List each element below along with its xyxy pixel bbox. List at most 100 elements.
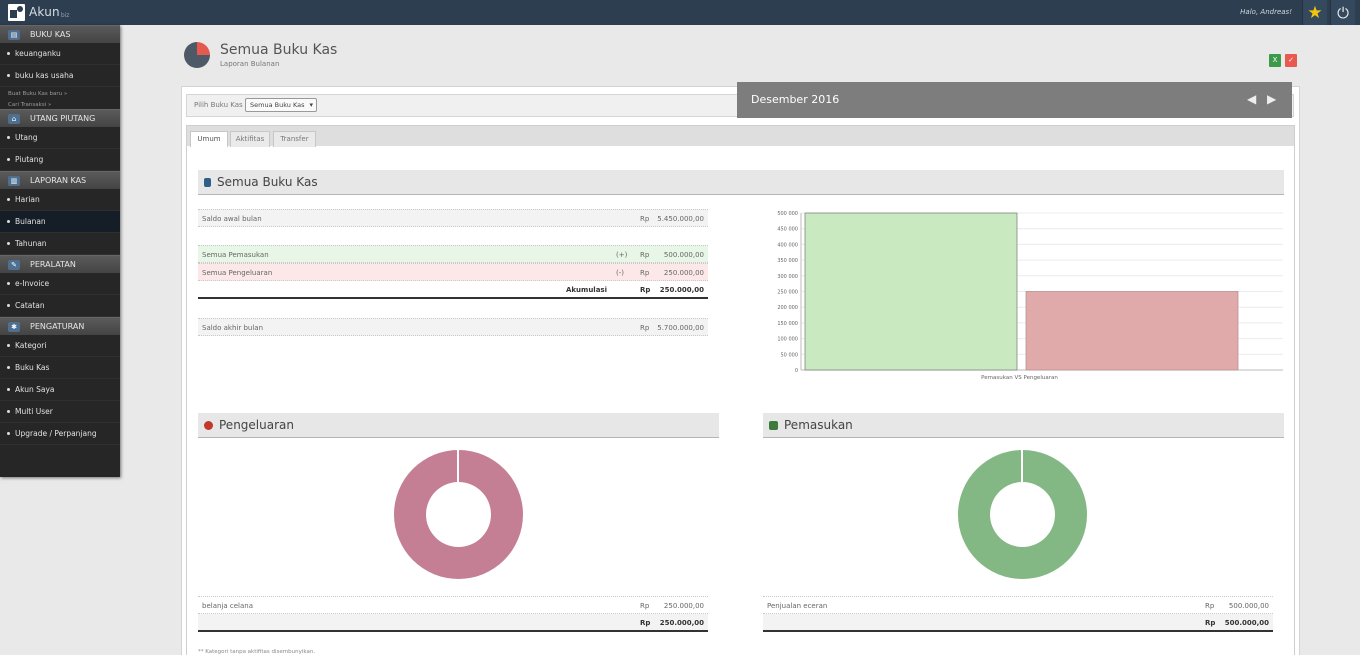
y-tick-label: 100 000 bbox=[777, 337, 798, 343]
app-logo[interactable]: Akun biz bbox=[8, 3, 69, 21]
logo-text: Akun bbox=[29, 5, 60, 19]
sidebar-section-buku-kas: ▤ BUKU KAS bbox=[0, 25, 120, 43]
sidebar-link-cari-transaksi[interactable]: Cari Transaksi » bbox=[0, 100, 120, 109]
row-currency: Rp bbox=[640, 251, 650, 259]
sidebar-item-akun-saya[interactable]: Akun Saya bbox=[0, 379, 120, 401]
bar-pemasukan bbox=[804, 212, 1018, 371]
row-currency: Rp bbox=[640, 619, 651, 627]
section-header-pemasukan: Pemasukan bbox=[763, 413, 1284, 438]
sidebar-item-upgrade[interactable]: Upgrade / Perpanjang bbox=[0, 423, 120, 445]
row-label: Penjualan eceran bbox=[767, 602, 828, 610]
pie-chart-icon bbox=[184, 42, 210, 68]
section-label: LAPORAN KAS bbox=[30, 176, 87, 185]
row-label: Akumulasi bbox=[565, 286, 607, 294]
row-amount: 250.000,00 bbox=[659, 286, 704, 294]
row-pemasukan: Semua Pemasukan (+) Rp 500.000,00 bbox=[198, 245, 708, 263]
section-label: PERALATAN bbox=[30, 260, 76, 269]
buku-kas-select[interactable]: Semua Buku Kas bbox=[245, 98, 317, 112]
row-amount: 5.700.000,00 bbox=[657, 324, 704, 332]
income-icon bbox=[769, 420, 778, 430]
star-icon[interactable]: ★ bbox=[1302, 0, 1327, 25]
book-icon bbox=[204, 177, 211, 187]
sidebar-section-laporan-kas: ▥ LAPORAN KAS bbox=[0, 171, 120, 189]
row-akumulasi: Akumulasi Rp 250.000,00 bbox=[198, 281, 708, 299]
gear-icon: ✱ bbox=[8, 321, 20, 332]
row-label: Saldo awal bulan bbox=[202, 215, 262, 223]
row-sign: (-) bbox=[616, 269, 624, 277]
donut-gap bbox=[457, 450, 459, 483]
power-icon[interactable]: ⏻ bbox=[1330, 0, 1355, 25]
row-currency: Rp bbox=[1205, 619, 1216, 627]
next-month-icon[interactable]: ▶ bbox=[1267, 92, 1276, 106]
month-label: Desember 2016 bbox=[751, 93, 840, 106]
sidebar-item-keuanganku[interactable]: keuanganku bbox=[0, 43, 120, 65]
row-label: Semua Pemasukan bbox=[202, 251, 269, 259]
row-amount: 500.000,00 bbox=[1224, 619, 1269, 627]
filter-label: Pilih Buku Kas bbox=[194, 101, 243, 109]
row-label: Semua Pengeluaran bbox=[202, 269, 273, 277]
wrench-icon: ✎ bbox=[8, 259, 20, 270]
sidebar-item-buku-kas-usaha[interactable]: buku kas usaha bbox=[0, 65, 120, 87]
row-sign: (+) bbox=[616, 251, 628, 259]
export-pdf-icon[interactable]: ✓ bbox=[1285, 54, 1297, 67]
row-pengeluaran: Semua Pengeluaran (-) Rp 250.000,00 bbox=[198, 263, 708, 281]
tab-strip bbox=[187, 126, 1294, 146]
sidebar-section-utang-piutang: ⌂ UTANG PIUTANG bbox=[0, 109, 120, 127]
sidebar-link-buat-buku-kas[interactable]: Buat Buku Kas baru » bbox=[0, 87, 120, 100]
row-currency: Rp bbox=[640, 269, 650, 277]
section-title: Semua Buku Kas bbox=[217, 175, 318, 189]
sidebar: ▤ BUKU KAS keuanganku buku kas usaha Buat… bbox=[0, 25, 120, 477]
bar-chart-icon: ▥ bbox=[8, 175, 20, 186]
section-label: BUKU KAS bbox=[30, 30, 71, 39]
sidebar-item-harian[interactable]: Harian bbox=[0, 189, 120, 211]
prev-month-icon[interactable]: ◀ bbox=[1247, 92, 1256, 106]
row-income-item: Penjualan eceran Rp 500.000,00 bbox=[763, 596, 1273, 614]
y-tick-label: 450 000 bbox=[777, 227, 798, 233]
sidebar-item-catatan[interactable]: Catatan bbox=[0, 295, 120, 317]
export-excel-icon[interactable]: X bbox=[1269, 54, 1281, 67]
row-currency: Rp bbox=[640, 602, 650, 610]
row-label: belanja celana bbox=[202, 602, 253, 610]
row-amount: 250.000,00 bbox=[659, 619, 704, 627]
y-tick-label: 500 000 bbox=[777, 211, 798, 217]
row-amount: 500.000,00 bbox=[1228, 602, 1269, 610]
donut-gap bbox=[1021, 450, 1023, 483]
sidebar-item-einvoice[interactable]: e-Invoice bbox=[0, 273, 120, 295]
section-label: PENGATURAN bbox=[30, 322, 85, 331]
tab-umum[interactable]: Umum bbox=[190, 131, 228, 147]
footnote: ** Kategori tanpa aktifitas disembunyika… bbox=[198, 649, 316, 655]
greeting: Halo, Andreas! bbox=[1240, 8, 1292, 16]
bank-icon: ⌂ bbox=[8, 113, 20, 124]
section-title: Pengeluaran bbox=[219, 418, 294, 432]
bar-pengeluaran bbox=[1025, 291, 1239, 371]
row-currency: Rp bbox=[640, 286, 651, 294]
tab-transfer[interactable]: Transfer bbox=[273, 131, 316, 147]
page-title: Semua Buku Kas bbox=[220, 42, 338, 58]
sidebar-item-kategori[interactable]: Kategori bbox=[0, 335, 120, 357]
tab-aktifitas[interactable]: Aktifitas bbox=[230, 131, 270, 147]
row-amount: 250.000,00 bbox=[663, 269, 704, 277]
row-income-total: Rp 500.000,00 bbox=[763, 614, 1273, 632]
row-amount: 500.000,00 bbox=[663, 251, 704, 259]
sidebar-item-multi-user[interactable]: Multi User bbox=[0, 401, 120, 423]
logo-icon bbox=[8, 3, 25, 21]
expense-icon bbox=[204, 420, 213, 430]
book-icon: ▤ bbox=[8, 29, 20, 40]
section-label: UTANG PIUTANG bbox=[30, 114, 96, 123]
sidebar-item-buku-kas[interactable]: Buku Kas bbox=[0, 357, 120, 379]
logo-sub: biz bbox=[60, 12, 70, 19]
sidebar-item-tahunan[interactable]: Tahunan bbox=[0, 233, 120, 255]
income-vs-expense-chart: 0 50 000 100 000 150 000 200 000 250 000 300 0… bbox=[777, 211, 1283, 381]
sidebar-item-bulanan[interactable]: Bulanan bbox=[0, 211, 120, 233]
row-currency: Rp bbox=[640, 215, 650, 223]
row-expense-item: belanja celana Rp 250.000,00 bbox=[198, 596, 708, 614]
y-tick-label: 350 000 bbox=[777, 258, 798, 264]
row-currency: Rp bbox=[1205, 602, 1215, 610]
page-subtitle: Laporan Bulanan bbox=[220, 60, 280, 68]
sidebar-item-utang[interactable]: Utang bbox=[0, 127, 120, 149]
sidebar-item-piutang[interactable]: Piutang bbox=[0, 149, 120, 171]
row-expense-total: Rp 250.000,00 bbox=[198, 614, 708, 632]
y-tick-label: 150 000 bbox=[777, 321, 798, 327]
x-axis-label: Pemasukan VS Pengeluaran bbox=[981, 375, 1058, 381]
row-amount: 5.450.000,00 bbox=[657, 215, 704, 223]
